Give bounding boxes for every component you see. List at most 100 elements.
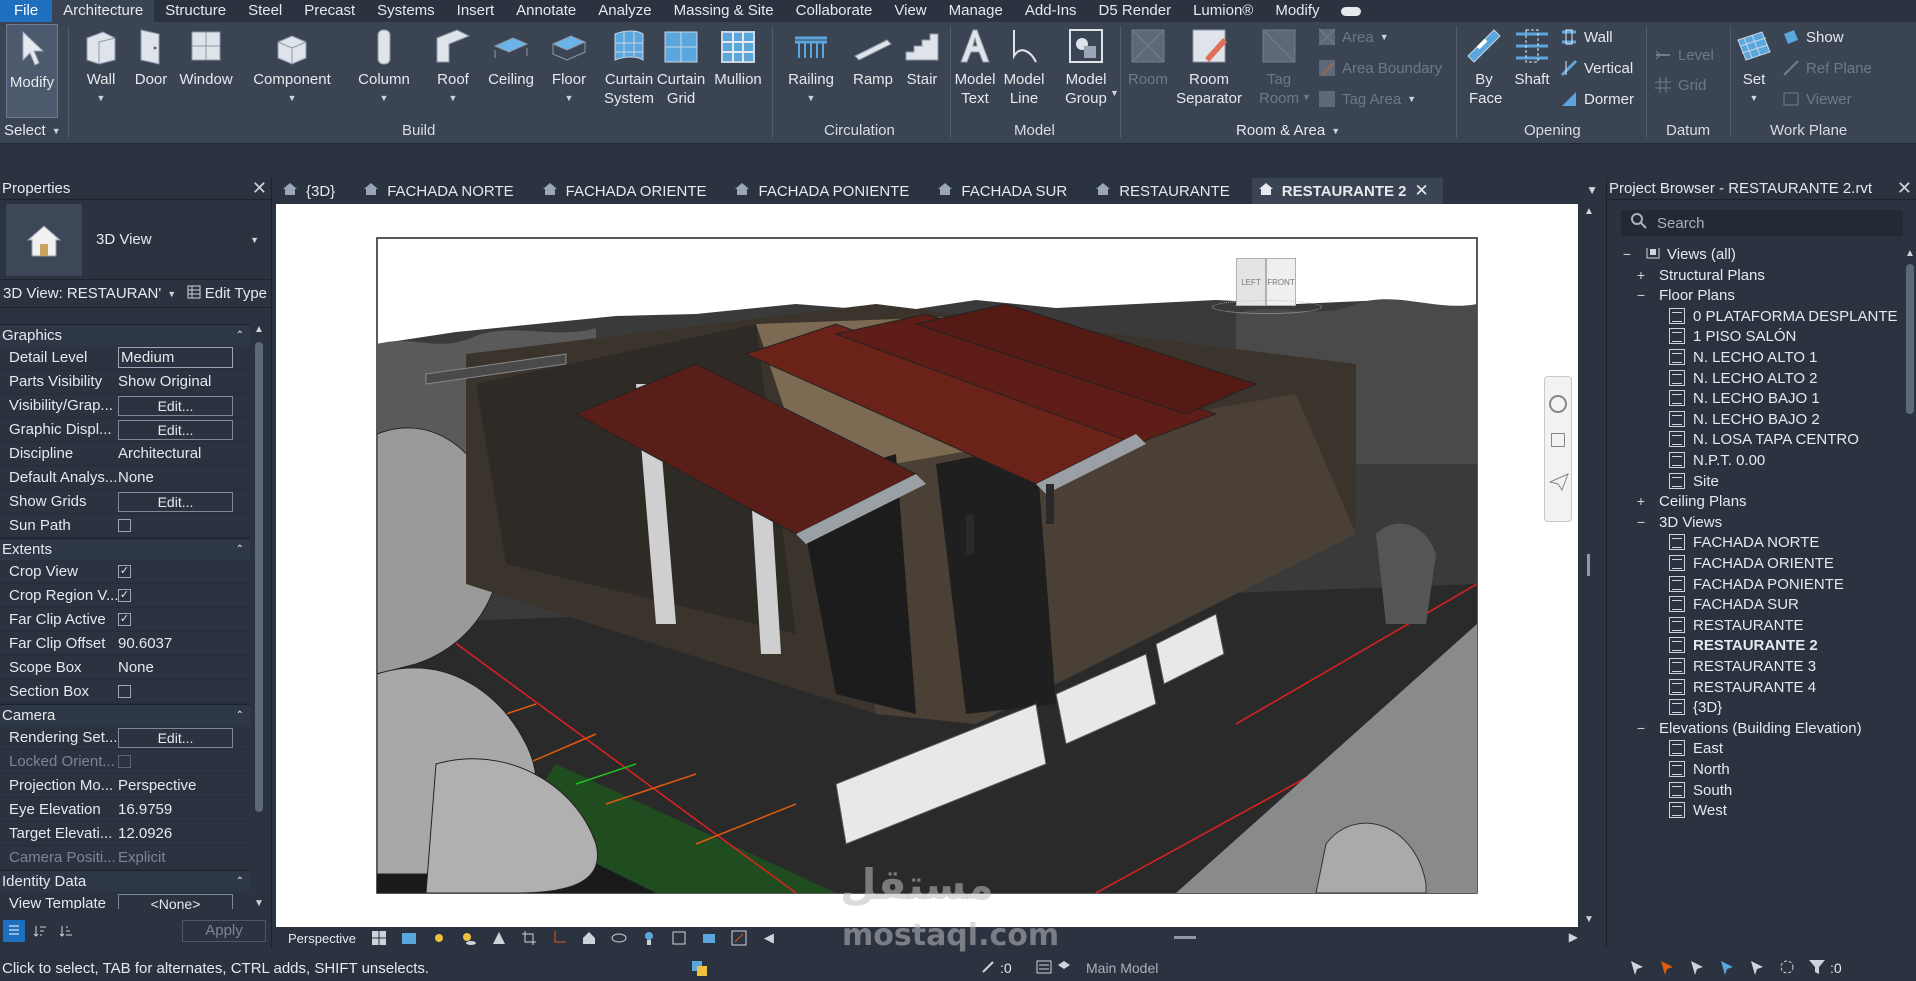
view-tab[interactable]: FACHADA PONIENTE — [728, 178, 923, 204]
sort-ascending-icon[interactable] — [29, 920, 51, 942]
menu-tab-systems[interactable]: Systems — [366, 0, 446, 22]
menu-tab-add-ins[interactable]: Add-Ins — [1014, 0, 1088, 22]
menu-tab-modify[interactable]: Modify — [1264, 0, 1330, 22]
curtain-grid-button[interactable]: Curtain Grid — [656, 26, 706, 108]
mullion-button[interactable]: Mullion — [710, 26, 766, 89]
property-checkbox[interactable] — [118, 519, 131, 532]
menu-tab-file[interactable]: File — [0, 0, 53, 22]
detail-level-icon[interactable] — [368, 929, 390, 947]
view-cube-front-face[interactable]: FRONT — [1266, 258, 1296, 306]
ramp-button[interactable]: Ramp — [848, 26, 898, 89]
filter-indicator[interactable]: :0 — [1808, 959, 1842, 977]
by-face-button[interactable]: By Face — [1460, 26, 1508, 108]
floor-button[interactable]: Floor ▼ — [546, 26, 592, 108]
shaft-button[interactable]: Shaft — [1508, 26, 1556, 89]
menu-tab-analyze[interactable]: Analyze — [587, 0, 662, 22]
collapse-icon[interactable]: − — [1635, 720, 1647, 736]
view-cube[interactable]: LEFT FRONT — [1212, 258, 1326, 318]
reveal-hidden-icon[interactable] — [638, 929, 660, 947]
window-button[interactable]: Window — [176, 26, 236, 89]
browser-tree-item[interactable]: West — [1669, 798, 1727, 822]
menu-tab-steel[interactable]: Steel — [237, 0, 293, 22]
select-pinned-icon[interactable] — [1688, 958, 1706, 979]
properties-scrollbar[interactable]: ▲ ▼ — [252, 324, 266, 909]
edit-type-button[interactable]: Edit Type — [187, 285, 267, 303]
property-group-header[interactable]: Extents ⌃ — [0, 538, 250, 560]
view-tab[interactable]: FACHADA NORTE — [357, 178, 527, 204]
apply-button[interactable]: Apply — [182, 920, 266, 942]
model-selector[interactable]: Main Model — [1036, 959, 1158, 977]
drag-elements-icon[interactable] — [1748, 958, 1766, 979]
select-dropdown[interactable]: Select ▼ — [4, 122, 61, 139]
select-by-face-icon[interactable] — [1718, 958, 1736, 979]
ref-plane-button[interactable]: Ref Plane — [1782, 59, 1872, 77]
property-input[interactable]: Medium — [118, 347, 233, 368]
viewer-button[interactable]: Viewer — [1782, 90, 1852, 108]
property-edit-button[interactable]: Edit... — [118, 727, 233, 748]
property-value[interactable]: Perspective — [118, 777, 196, 794]
paper-plane-icon[interactable] — [1548, 473, 1569, 494]
close-icon[interactable]: ✕ — [252, 178, 267, 199]
door-button[interactable]: Door — [130, 26, 172, 89]
show-crop-icon[interactable] — [548, 929, 570, 947]
chevron-left-icon[interactable]: ◀ — [758, 929, 780, 947]
worksets-indicator[interactable]: :0 — [980, 959, 1012, 977]
property-value[interactable]: Show Original — [118, 373, 211, 390]
vertical-opening-button[interactable]: Vertical — [1560, 59, 1633, 77]
tag-room-button[interactable]: Tag Room — [1256, 26, 1302, 108]
wall-opening-button[interactable]: Wall — [1560, 28, 1613, 46]
component-button[interactable]: Component ▼ — [250, 26, 334, 108]
menu-tab-view[interactable]: View — [883, 0, 937, 22]
analytical-model-icon[interactable] — [698, 929, 720, 947]
view-tab[interactable]: FACHADA ORIENTE — [536, 178, 721, 204]
ceiling-button[interactable]: Ceiling — [484, 26, 538, 89]
level-button[interactable]: Level — [1654, 46, 1714, 64]
property-value[interactable]: 16.9759 — [118, 801, 172, 818]
menu-tab-architecture[interactable]: Architecture — [52, 0, 155, 22]
room-separator-button[interactable]: Room Separator — [1174, 26, 1244, 108]
menu-tab-annotate[interactable]: Annotate — [505, 0, 587, 22]
wall-button[interactable]: Wall ▼ — [76, 26, 126, 108]
property-edit-button[interactable]: <None> — [118, 893, 233, 909]
tabs-overflow-icon[interactable]: ▼ — [1586, 183, 1598, 197]
menu-tab-massing-site[interactable]: Massing & Site — [663, 0, 785, 22]
roof-button[interactable]: Roof ▼ — [430, 26, 476, 108]
stair-button[interactable]: Stair — [900, 26, 944, 89]
design-options-icon[interactable] — [690, 959, 708, 977]
steering-wheel-icon[interactable] — [1549, 395, 1567, 413]
collapse-icon[interactable]: − — [1621, 248, 1633, 262]
show-work-plane-button[interactable]: Show — [1782, 28, 1844, 46]
expand-icon[interactable]: + — [1635, 267, 1647, 283]
tag-area-button[interactable]: Tag Area ▼ — [1318, 90, 1416, 108]
menu-tab-precast[interactable]: Precast — [293, 0, 366, 22]
projection-mode[interactable]: Perspective — [276, 931, 368, 946]
view-cube-compass[interactable] — [1212, 300, 1322, 314]
area-button[interactable]: Area ▼ — [1318, 28, 1389, 46]
instance-selector[interactable]: 3D View: RESTAURAN' ▼ — [3, 285, 176, 302]
room-button[interactable]: Room — [1124, 26, 1172, 89]
view-tab[interactable]: RESTAURANTE — [1089, 178, 1244, 204]
property-edit-button[interactable]: Edit... — [118, 395, 233, 416]
modify-button[interactable]: Modify — [6, 24, 58, 118]
property-edit-button[interactable]: Edit... — [118, 419, 233, 440]
horizontal-scroll-thumb[interactable] — [1174, 936, 1196, 939]
shadows-icon[interactable] — [458, 929, 480, 947]
property-group-header[interactable]: Graphics ⌃ — [0, 324, 250, 346]
property-checkbox[interactable] — [118, 685, 131, 698]
property-group-header[interactable]: Identity Data ⌃ — [0, 870, 250, 892]
view-tab[interactable]: {3D} — [276, 178, 349, 204]
scroll-thumb[interactable] — [255, 342, 263, 812]
property-value[interactable]: 90.6037 — [118, 635, 172, 652]
rendering-icon[interactable] — [488, 929, 510, 947]
collapse-icon[interactable]: − — [1635, 514, 1647, 530]
menu-tab-manage[interactable]: Manage — [938, 0, 1014, 22]
property-value[interactable]: None — [118, 469, 154, 486]
toggle-switch-icon[interactable] — [1331, 0, 1371, 22]
zoom-icon[interactable] — [1551, 433, 1565, 447]
model-text-button[interactable]: Model Text — [952, 26, 998, 108]
model-line-button[interactable]: Model Line — [1002, 26, 1046, 108]
curtain-system-button[interactable]: Curtain System — [602, 26, 656, 108]
selection-tools[interactable] — [1628, 959, 1796, 977]
collapse-icon[interactable]: − — [1635, 287, 1647, 303]
browser-scrollbar[interactable]: ▲ — [1903, 248, 1916, 948]
